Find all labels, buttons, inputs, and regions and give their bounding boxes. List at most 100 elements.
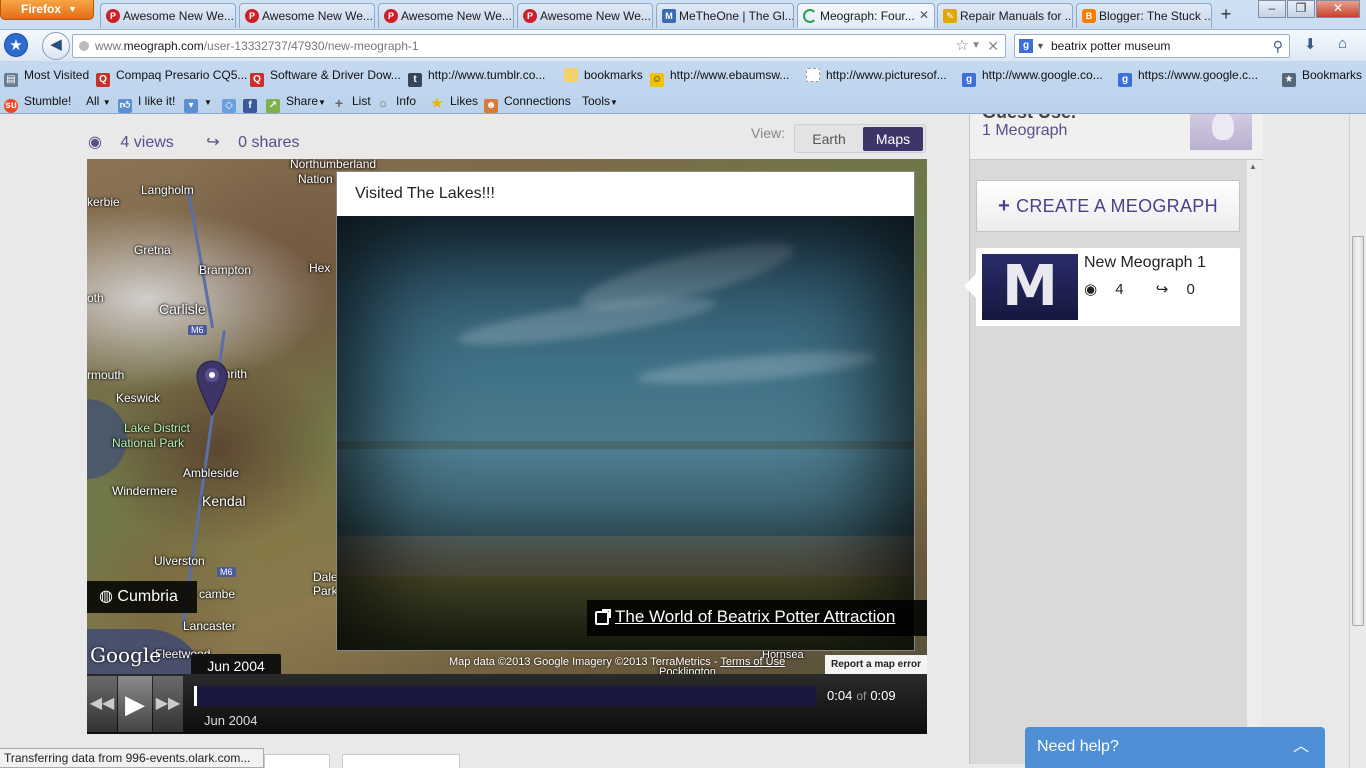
moment-photo xyxy=(337,216,914,650)
create-meograph-button[interactable]: + CREATE A MEOGRAPH xyxy=(976,180,1240,232)
report-map-error-link[interactable]: Report a map error xyxy=(825,655,927,674)
meograph-count[interactable]: 1 Meograph xyxy=(982,122,1067,140)
url-history-dropdown-icon[interactable]: ▼ xyxy=(971,35,981,57)
url-bar[interactable]: www.meograph.com/user-13332737/47930/new… xyxy=(72,34,1006,58)
search-bar[interactable]: g ▼ beatrix potter museum ⚲ xyxy=(1014,34,1290,58)
bookmark-folder[interactable]: bookmarks xyxy=(564,68,643,82)
likes-button[interactable]: ★ Likes xyxy=(430,94,478,111)
ebaums-icon: ☺ xyxy=(650,73,664,87)
map-label: Lake District xyxy=(124,421,191,435)
earth-view-button[interactable]: Earth xyxy=(797,127,861,151)
firefox-menu-button[interactable]: Firefox ▼ xyxy=(0,0,94,20)
home-star-icon[interactable]: ★ xyxy=(4,33,28,57)
downloads-icon[interactable]: ⬇ xyxy=(1304,35,1317,53)
new-tab-button[interactable]: + xyxy=(1214,4,1238,26)
tab-pinterest-1[interactable]: P Awesome New We... xyxy=(100,3,236,28)
map-label: Dale xyxy=(313,570,338,584)
close-tab-icon[interactable]: ✕ xyxy=(919,8,929,22)
map-label: Carlisle xyxy=(159,301,206,317)
moment-title: Visited The Lakes!!! xyxy=(355,185,495,202)
bookmark-google-1[interactable]: g http://www.google.co... xyxy=(962,68,1103,87)
bookmark-software-driver[interactable]: Q Software & Driver Dow... xyxy=(250,68,401,87)
stumbleupon-toolbar: su Stumble! All ▼ 👍︎ I like it! ▾ ▼ ◇ f ↗ Sh… xyxy=(0,88,1366,114)
facebook-icon: f xyxy=(243,99,257,113)
list-button[interactable]: + List xyxy=(332,94,371,110)
stop-icon[interactable]: ✕ xyxy=(987,35,999,57)
tab-strip: Firefox ▼ P Awesome New We... P Awesome … xyxy=(0,0,1366,29)
tab-meograph[interactable]: Meograph: Four... ✕ xyxy=(797,3,935,28)
i-like-it-button[interactable]: 👍︎ I like it! xyxy=(118,94,175,113)
map-label: Keswick xyxy=(116,391,161,405)
tag-button[interactable]: ◇ xyxy=(222,94,242,113)
page-icon xyxy=(806,68,820,82)
tumblr-icon: t xyxy=(408,73,422,87)
stumble-label: Stumble! xyxy=(24,94,72,108)
scroll-thumb[interactable] xyxy=(1352,236,1364,626)
stumble-button[interactable]: su Stumble! xyxy=(4,94,71,113)
people-icon: ☻ xyxy=(484,99,498,113)
tab-pinterest-4[interactable]: P Awesome New We... xyxy=(517,3,653,28)
info-button[interactable]: ○ Info xyxy=(376,94,416,111)
bookmark-label: http://www.ebaumsw... xyxy=(670,68,790,82)
bookmark-label: Bookmarks xyxy=(1302,68,1363,82)
bookmark-label: https://www.google.c... xyxy=(1138,68,1259,82)
bookmark-compaq[interactable]: Q Compaq Presario CQ5... xyxy=(96,68,247,87)
fast-forward-button[interactable]: ▶▶ xyxy=(153,676,183,732)
search-input[interactable]: beatrix potter museum xyxy=(1051,39,1170,53)
blogger-icon: B xyxy=(1082,9,1096,23)
map-label: Northumberland xyxy=(290,159,377,171)
map-label: Ulverston xyxy=(154,554,205,568)
attraction-link[interactable]: The World of Beatrix Potter Attraction xyxy=(587,600,927,636)
tab-repair-manuals[interactable]: ✎ Repair Manuals for ... xyxy=(937,3,1073,28)
google-icon: g xyxy=(962,73,976,87)
connections-button[interactable]: ☻ Connections xyxy=(484,94,571,113)
bookmark-tumblr[interactable]: t http://www.tumblr.co... xyxy=(408,68,545,87)
tab-pinterest-2[interactable]: P Awesome New We... xyxy=(239,3,375,28)
bookmark-star-icon[interactable]: ☆ xyxy=(956,35,969,57)
bookmark-google-2[interactable]: g https://www.google.c... xyxy=(1118,68,1258,87)
minimize-button[interactable]: – xyxy=(1258,0,1286,18)
play-button[interactable]: ▶ xyxy=(118,676,152,732)
maximize-button[interactable]: ❐ xyxy=(1287,0,1315,18)
home-icon[interactable]: ⌂ xyxy=(1338,35,1347,52)
search-icon[interactable]: ⚲ xyxy=(1273,35,1283,57)
meograph-title: New Meograph 1 xyxy=(1084,254,1206,271)
chevron-up-icon[interactable]: ︿ xyxy=(1293,727,1309,767)
tag-icon: ◇ xyxy=(222,99,236,113)
fast-forward-icon: ▶▶ xyxy=(155,695,181,712)
back-button[interactable]: ◀ xyxy=(42,32,70,60)
bookmark-ebaums[interactable]: ☺ http://www.ebaumsw... xyxy=(650,68,789,87)
facebook-button[interactable]: f xyxy=(243,94,263,113)
sidebar-scrollbar[interactable]: ▲ xyxy=(1247,160,1261,760)
tab-pinterest-3[interactable]: P Awesome New We... xyxy=(378,3,514,28)
rewind-button[interactable]: ◀◀ xyxy=(87,676,117,732)
dislike-button[interactable]: ▾ ▼ xyxy=(184,94,212,113)
bookmarks-menu[interactable]: ★ Bookmarks xyxy=(1282,68,1362,87)
close-window-button[interactable]: ✕ xyxy=(1316,0,1360,18)
globe-icon: ◍ xyxy=(99,588,113,605)
all-dropdown[interactable]: All ▼ xyxy=(86,94,111,108)
search-engine-dropdown-icon[interactable]: ▼ xyxy=(1036,35,1045,57)
need-help-chat-widget[interactable]: Need help? ︿ xyxy=(1025,727,1325,768)
page-scrollbar[interactable] xyxy=(1349,114,1366,768)
terms-of-use-link[interactable]: Terms of Use xyxy=(720,656,785,668)
meograph-list-item[interactable]: M New Meograph 1 ◉ 4 ↪ 0 xyxy=(964,248,1240,326)
maps-view-button[interactable]: Maps xyxy=(863,127,923,151)
share-button[interactable]: ↗ Share▼ xyxy=(266,94,326,113)
tools-menu[interactable]: Tools▼ xyxy=(582,94,618,108)
tab-metheone[interactable]: M MeTheOne | The Gl... xyxy=(656,3,794,28)
view-toggle-group: Earth Maps xyxy=(794,124,926,153)
bookmark-picturesof[interactable]: http://www.picturesof... xyxy=(806,68,947,82)
page-footer-tab xyxy=(342,754,460,768)
seek-bar[interactable] xyxy=(194,686,816,706)
tab-label: Awesome New We... xyxy=(123,9,234,23)
map-view[interactable]: Northumberland Nation Langholm kerbie Gr… xyxy=(87,159,927,674)
avatar[interactable] xyxy=(1190,114,1252,150)
need-help-label: Need help? xyxy=(1037,738,1119,755)
tab-label: Meograph: Four... xyxy=(820,9,915,23)
google-search-engine-icon[interactable]: g xyxy=(1019,39,1033,53)
tab-blogger[interactable]: B Blogger: The Stuck ... xyxy=(1076,3,1212,28)
bookmark-most-visited[interactable]: ▤ Most Visited xyxy=(4,68,89,87)
map-pin-icon[interactable] xyxy=(195,359,229,417)
scroll-up-icon[interactable]: ▲ xyxy=(1249,162,1257,171)
